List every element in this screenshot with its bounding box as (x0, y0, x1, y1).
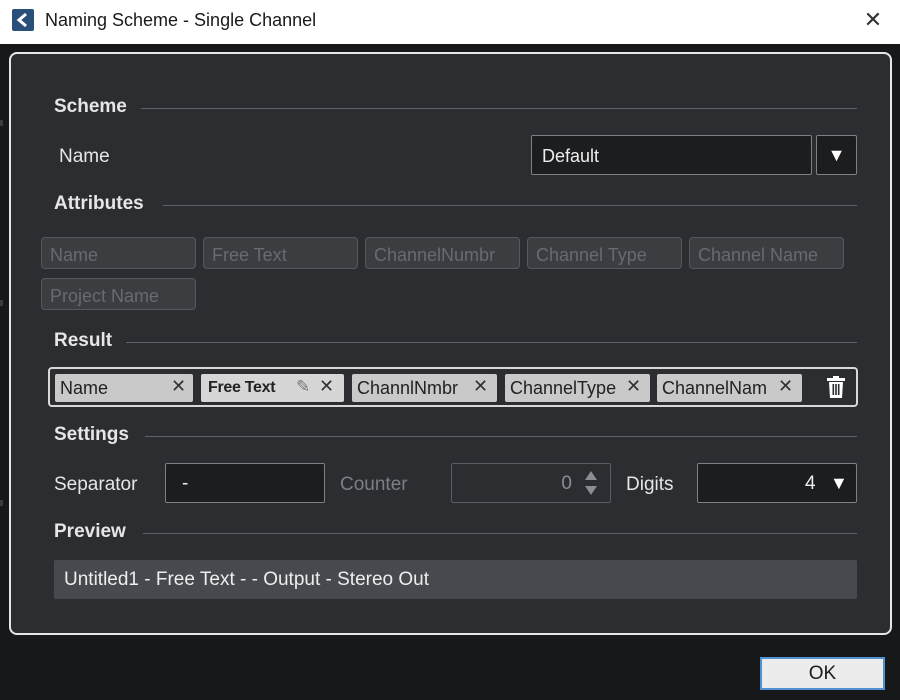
section-divider (143, 533, 857, 534)
separator-label: Separator (54, 474, 138, 495)
result-token-bar[interactable]: Name ✕ Free Text ✎ ✕ ChannlNmbr ✕ Channe… (48, 367, 858, 407)
section-divider (163, 205, 857, 206)
separator-value: - (182, 473, 189, 494)
edge-mark (0, 300, 3, 306)
remove-icon[interactable]: ✕ (473, 376, 488, 397)
scheme-name-label: Name (59, 146, 110, 167)
chip-label: ChannlNmbr (357, 378, 459, 398)
attributes-heading: Attributes (54, 193, 144, 214)
trash-icon[interactable] (826, 375, 846, 404)
settings-heading: Settings (54, 424, 129, 445)
chevron-down-icon: ▼ (830, 473, 848, 493)
ok-button[interactable]: OK (760, 657, 885, 690)
counter-value: 0 (561, 473, 572, 494)
scheme-name-field[interactable]: Default (531, 135, 812, 175)
remove-icon[interactable]: ✕ (171, 376, 186, 397)
result-chip-channel-type[interactable]: ChannelType ✕ (505, 374, 650, 402)
result-chip-name[interactable]: Name ✕ (55, 374, 193, 402)
attribute-channel-type[interactable]: Channel Type (527, 237, 682, 269)
window-title: Naming Scheme - Single Channel (45, 10, 317, 30)
pencil-icon[interactable]: ✎ (296, 377, 310, 397)
chip-label: Name (60, 378, 109, 398)
chip-label: Free Text (208, 379, 276, 396)
result-chip-channel-number[interactable]: ChannlNmbr ✕ (352, 374, 497, 402)
chevron-down-icon: ▼ (827, 144, 846, 165)
edge-mark (0, 120, 3, 126)
result-chip-free-text[interactable]: Free Text ✎ ✕ (201, 374, 344, 402)
section-divider (141, 108, 857, 109)
preview-box: Untitled1 - Free Text - - Output - Stere… (54, 560, 857, 599)
result-heading: Result (54, 330, 113, 351)
remove-icon[interactable]: ✕ (778, 376, 793, 397)
separator-input[interactable]: - (165, 463, 325, 503)
attribute-channel-number[interactable]: ChannelNumbr (365, 237, 520, 269)
app-icon (12, 9, 34, 31)
digits-label: Digits (626, 474, 674, 495)
attribute-free-text[interactable]: Free Text (203, 237, 358, 269)
close-button[interactable]: ✕ (850, 0, 896, 40)
counter-label: Counter (340, 474, 408, 495)
digits-select[interactable]: 4 ▼ (697, 463, 857, 503)
counter-stepper[interactable]: 0 (451, 463, 611, 503)
section-divider (145, 436, 857, 437)
edge-mark (0, 500, 3, 506)
preview-heading: Preview (54, 521, 126, 542)
scheme-name-value: Default (542, 146, 600, 166)
preview-text: Untitled1 - Free Text - - Output - Stere… (64, 569, 430, 590)
close-icon: ✕ (863, 7, 883, 32)
stepper-arrows-icon[interactable] (584, 470, 598, 496)
result-chip-channel-name[interactable]: ChannelNam ✕ (657, 374, 802, 402)
chip-label: ChannelNam (662, 378, 768, 398)
section-divider (126, 342, 857, 343)
digits-value: 4 (805, 473, 816, 494)
chip-label: ChannelType (510, 378, 617, 398)
title-bar: Naming Scheme - Single Channel ✕ (0, 0, 900, 44)
attribute-name[interactable]: Name (41, 237, 196, 269)
attribute-project-name[interactable]: Project Name (41, 278, 196, 310)
attribute-channel-name[interactable]: Channel Name (689, 237, 844, 269)
remove-icon[interactable]: ✕ (626, 376, 641, 397)
remove-icon[interactable]: ✕ (319, 376, 334, 397)
scheme-dropdown-button[interactable]: ▼ (816, 135, 857, 175)
scheme-heading: Scheme (54, 96, 127, 117)
